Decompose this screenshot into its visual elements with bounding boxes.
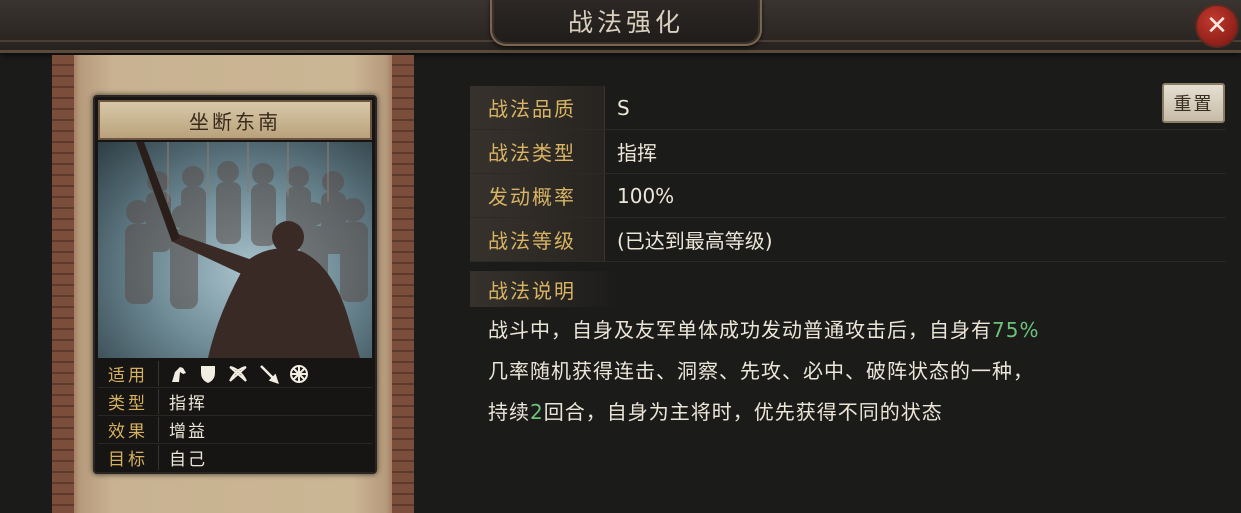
shield-icon: [201, 365, 215, 383]
detail-value: S: [617, 95, 630, 120]
detail-value: (已达到最高等级): [617, 229, 773, 253]
close-button[interactable]: ✕: [1195, 4, 1239, 48]
description-label: 战法说明: [470, 271, 620, 307]
info-key: 效果: [98, 417, 159, 442]
skill-card: 坐断东南 适用 类型 指挥 效果 增益 目标 自己: [93, 95, 377, 474]
info-value: 增益: [169, 422, 207, 442]
detail-value: 100%: [617, 183, 675, 208]
applicable-troop-icons: [159, 364, 309, 384]
detail-label: 战法品质: [470, 86, 605, 129]
description-highlight: 75%: [992, 318, 1040, 342]
cavalry-icon: [172, 366, 186, 382]
detail-label: 战法等级: [470, 218, 605, 261]
detail-row-type: 战法类型 指挥: [470, 130, 1226, 174]
info-row-effect: 效果 增益: [98, 416, 372, 444]
detail-label: 发动概率: [470, 174, 605, 217]
info-row-applicable: 适用: [98, 360, 372, 388]
reset-button[interactable]: 重置: [1162, 83, 1225, 123]
skill-name: 坐断东南: [189, 109, 281, 134]
skill-info-table: 适用 类型 指挥 效果 增益 目标 自己: [98, 360, 372, 471]
close-icon: ✕: [1206, 11, 1228, 41]
info-value: 自己: [169, 450, 207, 470]
description-part: 几率随机获得连击、洞察、先攻、必中、破阵状态的一种，: [488, 359, 1034, 383]
info-row-target: 目标 自己: [98, 444, 372, 471]
window-title-plate: 战法强化: [490, 0, 762, 46]
crossed-bows-icon: [229, 365, 247, 382]
detail-row-level: 战法等级 (已达到最高等级): [470, 218, 1226, 262]
info-key: 适用: [98, 361, 159, 386]
info-key: 类型: [98, 389, 159, 414]
skill-details: 战法品质 S 战法类型 指挥 发动概率 100% 战法等级 (已达到最高等级): [470, 86, 1226, 262]
spear-icon: [260, 364, 279, 384]
detail-row-quality: 战法品质 S: [470, 86, 1226, 130]
description-part: 战斗中，自身及友军单体成功发动普通攻击后，自身有: [488, 318, 992, 342]
skill-artwork: [98, 142, 372, 358]
info-value: 指挥: [169, 394, 207, 414]
window-title: 战法强化: [567, 8, 684, 37]
warrior-silhouette-art: [125, 142, 368, 358]
description-part: 持续: [488, 400, 530, 424]
skill-card-header: 坐断东南: [98, 100, 372, 140]
wheel-icon: [290, 364, 308, 383]
description-text: 战斗中，自身及友军单体成功发动普通攻击后，自身有75% 几率随机获得连击、洞察、…: [488, 310, 1228, 433]
detail-label: 战法类型: [470, 130, 605, 173]
info-key: 目标: [98, 445, 159, 470]
description-part: 回合，自身为主将时，优先获得不同的状态: [543, 400, 943, 424]
detail-row-rate: 发动概率 100%: [470, 174, 1226, 218]
info-row-type: 类型 指挥: [98, 388, 372, 416]
description-highlight: 2: [530, 400, 544, 424]
detail-value: 指挥: [617, 141, 657, 165]
